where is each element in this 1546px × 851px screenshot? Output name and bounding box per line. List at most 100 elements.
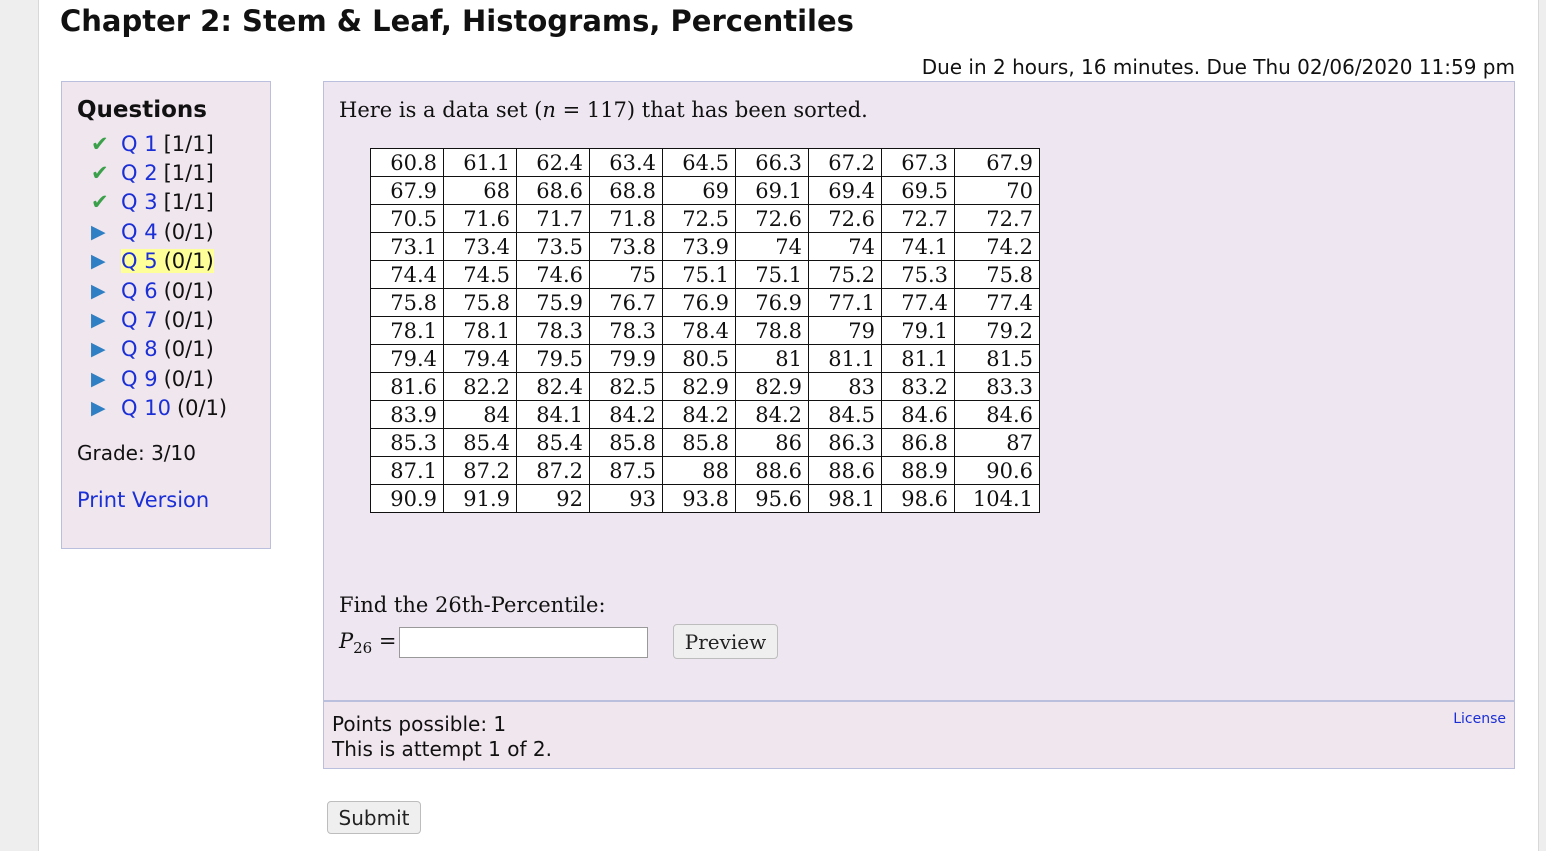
table-cell: 71.8 xyxy=(589,204,663,233)
question-item-2[interactable]: ✔ Q 2 [1/1] xyxy=(91,158,227,187)
table-cell: 93 xyxy=(589,484,663,513)
sample-size-value: = 117 xyxy=(555,98,627,122)
question-link[interactable]: Q 3 xyxy=(121,190,158,214)
table-cell: 79.1 xyxy=(881,316,955,345)
answer-equals: = xyxy=(372,629,397,653)
question-item-8[interactable]: ▶ Q 8 (0/1) xyxy=(91,335,227,364)
table-cell: 84 xyxy=(443,400,517,429)
window-right-margin xyxy=(1538,0,1546,851)
table-cell: 72.6 xyxy=(808,204,882,233)
question-link[interactable]: Q 7 xyxy=(121,308,158,332)
question-link[interactable]: Q 2 xyxy=(121,161,158,185)
table-cell: 73.4 xyxy=(443,232,517,261)
question-item-4[interactable]: ▶ Q 4 (0/1) xyxy=(91,217,227,246)
table-cell: 71.6 xyxy=(443,204,517,233)
question-item-label-wrap: Q 3 [1/1] xyxy=(121,190,214,214)
table-cell: 90.9 xyxy=(370,484,444,513)
table-cell: 88.9 xyxy=(881,456,955,485)
table-cell: 85.4 xyxy=(443,428,517,457)
question-link[interactable]: Q 4 xyxy=(121,220,158,244)
print-version-link[interactable]: Print Version xyxy=(77,488,209,512)
question-item-label-wrap: Q 7 (0/1) xyxy=(121,308,214,332)
table-cell: 83.2 xyxy=(881,372,955,401)
table-cell: 86.3 xyxy=(808,428,882,457)
table-cell: 81 xyxy=(735,344,809,373)
question-link[interactable]: Q 8 xyxy=(121,337,158,361)
table-cell: 75.8 xyxy=(954,260,1040,289)
table-cell: 75.1 xyxy=(662,260,736,289)
question-link[interactable]: Q 6 xyxy=(121,279,158,303)
data-table: 60.8 61.1 62.4 63.4 64.5 66.3 67.2 67.3 67.9 67.9… xyxy=(370,148,1040,513)
license-link[interactable]: License xyxy=(1453,711,1506,727)
table-cell: 77.4 xyxy=(881,288,955,317)
question-item-10[interactable]: ▶ Q 10 (0/1) xyxy=(91,394,227,423)
table-cell: 75 xyxy=(589,260,663,289)
question-score: [1/1] xyxy=(163,190,214,215)
table-cell: 84.2 xyxy=(735,400,809,429)
question-item-6[interactable]: ▶ Q 6 (0/1) xyxy=(91,276,227,305)
question-link[interactable]: Q 5 xyxy=(121,249,158,273)
table-cell: 81.6 xyxy=(370,372,444,401)
arrow-icon: ▶ xyxy=(91,397,106,420)
question-item-5[interactable]: ▶ Q 5 (0/1) xyxy=(91,247,227,276)
question-item-label-wrap: Q 5 (0/1) xyxy=(121,249,214,274)
question-item-label-wrap: Q 8 (0/1) xyxy=(121,337,214,361)
table-row: 87.1 87.2 87.2 87.5 88 88.6 88.6 88.9 90.6 xyxy=(370,456,1040,485)
question-link[interactable]: Q 9 xyxy=(121,367,158,391)
table-cell: 88 xyxy=(662,456,736,485)
question-score: [1/1] xyxy=(163,131,214,156)
table-cell: 62.4 xyxy=(516,148,590,177)
question-item-9[interactable]: ▶ Q 9 (0/1) xyxy=(91,364,227,393)
table-cell: 66.3 xyxy=(735,148,809,177)
table-row: 67.9 68 68.6 68.8 69 69.1 69.4 69.5 70 xyxy=(370,176,1040,205)
question-score: [1/1] xyxy=(163,161,214,186)
table-cell: 73.8 xyxy=(589,232,663,261)
table-cell: 76.9 xyxy=(735,288,809,317)
table-row: 81.6 82.2 82.4 82.5 82.9 82.9 83 83.2 83.3 xyxy=(370,372,1040,401)
table-cell: 87.2 xyxy=(516,456,590,485)
question-score: (0/1) xyxy=(163,278,214,303)
table-cell: 95.6 xyxy=(735,484,809,513)
table-row: 78.1 78.1 78.3 78.3 78.4 78.8 79 79.1 79.2 xyxy=(370,316,1040,345)
table-cell: 61.1 xyxy=(443,148,517,177)
submit-button[interactable]: Submit xyxy=(327,801,421,834)
question-item-label-wrap: Q 1 [1/1] xyxy=(121,132,214,156)
question-item-label-wrap: Q 9 (0/1) xyxy=(121,367,214,391)
table-cell: 104.1 xyxy=(954,484,1040,513)
table-cell: 73.1 xyxy=(370,232,444,261)
sample-size-variable: n xyxy=(542,98,556,122)
question-link[interactable]: Q 1 xyxy=(121,132,158,156)
table-cell: 81.1 xyxy=(808,344,882,373)
answer-input[interactable] xyxy=(399,627,648,658)
table-cell: 69.1 xyxy=(735,176,809,205)
table-cell: 69.5 xyxy=(881,176,955,205)
table-cell: 75.8 xyxy=(370,288,444,317)
table-cell: 78.1 xyxy=(370,316,444,345)
table-cell: 91.9 xyxy=(443,484,517,513)
table-cell: 72.5 xyxy=(662,204,736,233)
table-cell: 70 xyxy=(954,176,1040,205)
table-cell: 69.4 xyxy=(808,176,882,205)
table-cell: 83.9 xyxy=(370,400,444,429)
table-cell: 98.6 xyxy=(881,484,955,513)
table-cell: 73.9 xyxy=(662,232,736,261)
questions-sidebar: Questions ✔ Q 1 [1/1] ✔ Q 2 [1/1] ✔ Q 3 [1/1] ▶ Q … xyxy=(61,81,271,549)
question-item-1[interactable]: ✔ Q 1 [1/1] xyxy=(91,129,227,158)
table-cell: 79.2 xyxy=(954,316,1040,345)
table-cell: 85.4 xyxy=(516,428,590,457)
table-cell: 67.2 xyxy=(808,148,882,177)
table-row: 70.5 71.6 71.7 71.8 72.5 72.6 72.6 72.7 72.7 xyxy=(370,204,1040,233)
table-cell: 76.9 xyxy=(662,288,736,317)
question-link[interactable]: Q 10 xyxy=(121,396,171,420)
question-score: (0/1) xyxy=(163,219,214,244)
preview-button[interactable]: Preview xyxy=(673,624,778,659)
page: Chapter 2: Stem & Leaf, Histograms, Perc… xyxy=(0,0,1546,851)
page-title: Chapter 2: Stem & Leaf, Histograms, Perc… xyxy=(60,4,854,38)
table-cell: 70.5 xyxy=(370,204,444,233)
question-item-3[interactable]: ✔ Q 3 [1/1] xyxy=(91,188,227,217)
table-cell: 67.9 xyxy=(370,176,444,205)
question-item-7[interactable]: ▶ Q 7 (0/1) xyxy=(91,305,227,334)
table-cell: 79.4 xyxy=(443,344,517,373)
table-cell: 68.6 xyxy=(516,176,590,205)
table-cell: 84.1 xyxy=(516,400,590,429)
